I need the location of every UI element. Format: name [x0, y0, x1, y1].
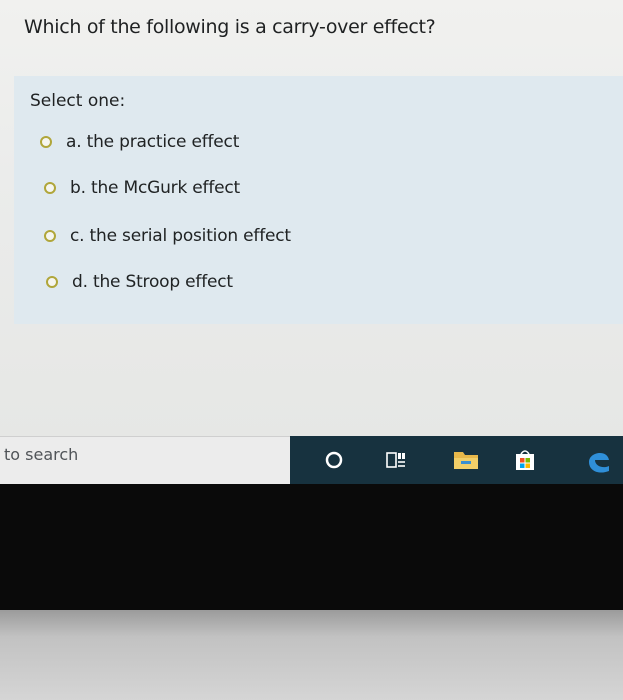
radio-button-b[interactable] [44, 182, 56, 194]
option-a-label: a. the practice effect [66, 132, 240, 152]
select-one-label: Select one: [30, 91, 126, 111]
answer-panel: Select one: a. the practice effect b. th… [14, 76, 623, 324]
radio-button-a[interactable] [40, 136, 52, 148]
question-title: Which of the following is a carry-over e… [24, 16, 436, 38]
store-icon[interactable] [512, 448, 538, 472]
cortana-icon[interactable] [322, 448, 346, 472]
option-b-label: b. the McGurk effect [70, 178, 241, 198]
file-explorer-icon[interactable] [452, 448, 480, 472]
option-c[interactable]: c. the serial position effect [44, 226, 291, 246]
radio-button-d[interactable] [46, 276, 58, 288]
quiz-screen: Which of the following is a carry-over e… [0, 0, 623, 440]
option-d-label: d. the Stroop effect [72, 272, 233, 292]
option-a[interactable]: a. the practice effect [40, 132, 239, 152]
taskbar-search-box[interactable]: to search [0, 436, 290, 484]
option-b[interactable]: b. the McGurk effect [44, 178, 240, 198]
task-view-icon[interactable] [384, 448, 408, 472]
taskbar: to search [0, 436, 623, 484]
edge-icon[interactable] [584, 448, 614, 473]
desk-surface [0, 610, 623, 700]
radio-button-c[interactable] [44, 230, 56, 242]
option-d[interactable]: d. the Stroop effect [46, 272, 233, 292]
search-placeholder: to search [4, 445, 79, 464]
option-c-label: c. the serial position effect [70, 226, 291, 246]
